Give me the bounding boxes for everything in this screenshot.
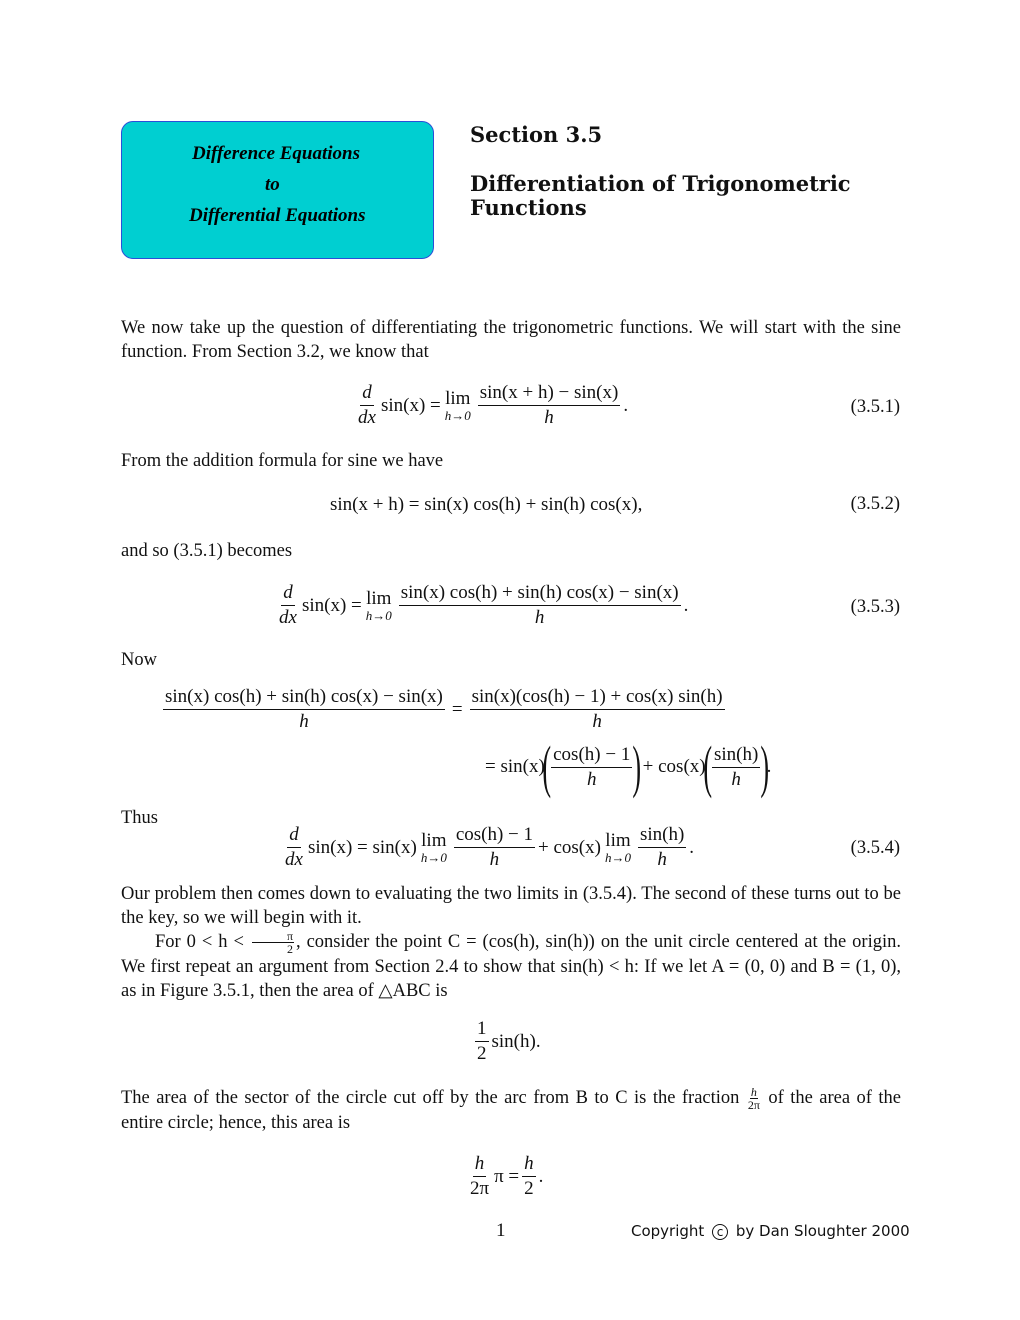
derivative-operator: d dx [358,382,376,428]
copyright-notice: Copyright c by Dan Sloughter 2000 [631,1222,910,1240]
limit-operator: lim h→0 [444,387,471,423]
difference-quotient: sin(x + h) − sin(x) h [477,382,621,428]
equation-3-5-4: d dx sin(x) = sin(x) lim h→0 cos(h) − 1h +… [285,824,695,870]
equation-number-3-5-2: (3.5.2) [850,494,900,514]
h-over-2pi-fraction: h 2π [747,1085,760,1113]
section-title-line-1: Differentiation of Trigonometric [470,171,851,196]
equation-3-5-3: d dx sin(x) = lim h→0 sin(x) cos(h) + sin(… [279,582,689,628]
paragraph-now: Now [121,650,157,670]
paragraph-addition: From the addition formula for sine we ha… [121,451,444,471]
page-number: 1 [496,1220,506,1241]
equation-sector-area: h 2π π = h2 . [470,1153,544,1199]
limit-operator: lim h→0 [604,829,631,865]
derivative-operator: d dx [279,582,297,628]
paragraph-consider: For 0 < h < π2, consider the point C = (… [121,929,901,1002]
paragraph-problem: Our problem then comes down to evaluatin… [121,884,901,1002]
paragraph-intro: We now take up the question of different… [121,318,901,362]
limit-operator: lim h→0 [365,587,392,623]
paragraph-becomes: and so (3.5.1) becomes [121,541,293,561]
copyright-icon: c [712,1224,729,1240]
equation-number-3-5-4: (3.5.4) [850,838,900,858]
book-title-box: Difference Equations to Differential Equ… [121,121,434,259]
equation-number-3-5-1: (3.5.1) [850,397,900,417]
book-title-line-2: to [265,174,280,195]
right-paren: ) [760,734,770,799]
expanded-quotient: sin(x) cos(h) + sin(h) cos(x) − sin(x) h [398,582,681,628]
pi-over-2-fraction: π2 [251,930,294,955]
right-paren: ) [632,734,642,799]
left-paren: ( [542,734,551,799]
section-label: Section 3.5 [470,122,603,147]
equation-3-5-2: sin(x + h) = sin(x) cos(h) + sin(h) cos(… [330,494,643,515]
left-paren: ( [702,734,712,799]
equation-number-3-5-3: (3.5.3) [850,597,900,617]
book-title-line-1: Difference Equations [192,143,361,164]
equation-3-5-1: d dx sin(x) = lim h→0 sin(x + h) − sin(x) h… [358,382,629,428]
equation-rearrangement-line-1: sin(x) cos(h) + sin(h) cos(x) − sin(x) h … [163,686,725,732]
derivative-operator: d dx [285,824,303,870]
limit-operator: lim h→0 [420,829,447,865]
section-title-line-2: Functions [470,195,587,220]
paragraph-sector: The area of the sector of the circle cut… [121,1085,901,1134]
equation-triangle-area: 12 sin(h). [475,1018,541,1064]
equation-rearrangement-line-2: = sin(x) ( cos(h) − 1h ) + cos(x) ( sin(… [485,734,772,799]
book-title-line-3: Differential Equations [189,205,366,226]
